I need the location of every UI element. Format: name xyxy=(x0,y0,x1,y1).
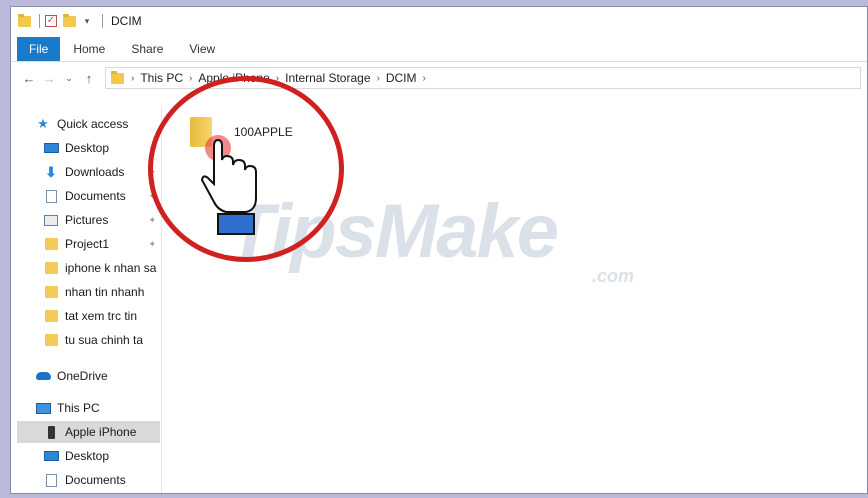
sidebar-item-label: This PC xyxy=(57,401,100,415)
sidebar-item-pictures[interactable]: Pictures ✦ xyxy=(43,209,160,231)
forward-arrow-icon[interactable]: → xyxy=(39,71,59,86)
breadcrumb-chevron-icon[interactable]: › xyxy=(186,73,195,84)
star-icon: ★ xyxy=(37,116,49,131)
document-icon xyxy=(43,189,59,203)
sidebar-item-this-pc[interactable]: This PC xyxy=(35,397,160,419)
sidebar-item-label: Documents xyxy=(65,473,126,487)
folder-icon xyxy=(43,309,59,323)
breadcrumb-chevron-icon[interactable]: › xyxy=(374,73,383,84)
sidebar-item-apple-iphone[interactable]: Apple iPhone xyxy=(17,421,160,443)
sidebar-item-label: iphone k nhan sa xyxy=(65,261,157,275)
sidebar-item-quick-access[interactable]: ★ Quick access xyxy=(35,113,160,135)
sidebar-item-label: tu sua chinh ta xyxy=(65,333,144,347)
watermark-suffix: .com xyxy=(592,266,635,286)
back-arrow-icon[interactable]: ← xyxy=(19,71,39,86)
navigation-pane: ★ Quick access Desktop ✦ ⬇ Downloads ✦ D… xyxy=(11,107,162,493)
sidebar-item-label: Desktop xyxy=(65,449,110,463)
sidebar-item-documents-pc[interactable]: Documents xyxy=(43,469,160,491)
folder-icon xyxy=(43,333,59,347)
folder-icon xyxy=(43,285,59,299)
folder-icon[interactable] xyxy=(17,13,31,28)
navigation-row: ← → ⌄ ↑ › This PC › Apple iPhone › Inter… xyxy=(11,63,867,93)
sidebar-item-onedrive[interactable]: OneDrive xyxy=(35,365,160,387)
window-title: DCIM xyxy=(111,14,142,28)
toolbar-separator xyxy=(39,14,40,28)
sidebar-item-folder[interactable]: nhan tin nhanh xyxy=(43,281,160,303)
title-bar: ✓ ▾ DCIM xyxy=(11,7,867,35)
sidebar-item-label: OneDrive xyxy=(57,369,108,383)
ribbon-tabs: File Home Share View xyxy=(11,35,867,62)
sidebar-item-folder[interactable]: tat xem trc tin xyxy=(43,305,160,327)
sidebar-item-label: Quick access xyxy=(57,117,129,131)
cloud-icon xyxy=(35,369,51,383)
up-arrow-icon[interactable]: ↑ xyxy=(79,71,99,86)
title-separator xyxy=(102,14,103,28)
sidebar-item-folder[interactable]: iphone k nhan sa xyxy=(43,257,160,279)
breadcrumb-chevron-icon[interactable]: › xyxy=(128,73,137,84)
new-folder-icon[interactable] xyxy=(62,13,76,28)
sidebar-item-folder[interactable]: tu sua chinh ta xyxy=(43,329,160,351)
folder-icon xyxy=(43,237,59,251)
location-folder-icon xyxy=(110,70,124,85)
sidebar-item-label: Desktop xyxy=(65,141,110,155)
sidebar-item-project1[interactable]: Project1 ✦ xyxy=(43,233,160,255)
sidebar-item-documents[interactable]: Documents ✦ xyxy=(43,185,160,207)
sidebar-item-desktop[interactable]: Desktop ✦ xyxy=(43,137,160,159)
pictures-icon xyxy=(43,213,59,227)
properties-icon[interactable]: ✓ xyxy=(44,14,58,28)
breadcrumb-internal-storage[interactable]: Internal Storage xyxy=(282,71,373,85)
document-icon xyxy=(43,473,59,487)
customize-dropdown-icon[interactable]: ▾ xyxy=(80,14,94,28)
sidebar-item-label: Pictures xyxy=(65,213,109,227)
sidebar-item-label: tat xem trc tin xyxy=(65,309,138,323)
breadcrumb-chevron-icon[interactable]: › xyxy=(420,73,429,84)
tab-file[interactable]: File xyxy=(17,37,61,61)
desktop-icon xyxy=(43,141,59,155)
sidebar-item-desktop-pc[interactable]: Desktop xyxy=(43,445,160,467)
sidebar-item-label: Documents xyxy=(65,189,126,203)
tab-view[interactable]: View xyxy=(176,37,228,61)
sidebar-item-downloads[interactable]: ⬇ Downloads ✦ xyxy=(43,161,160,183)
download-arrow-icon: ⬇ xyxy=(45,163,57,180)
desktop-icon xyxy=(43,449,59,463)
pin-icon[interactable]: ✦ xyxy=(148,239,156,250)
pin-icon[interactable]: ✦ xyxy=(148,215,156,226)
breadcrumb-dcim[interactable]: DCIM xyxy=(383,71,420,85)
sidebar-item-label: nhan tin nhanh xyxy=(65,285,145,299)
sidebar-item-label: Apple iPhone xyxy=(65,425,137,439)
tab-share[interactable]: Share xyxy=(118,37,176,61)
folder-icon xyxy=(43,261,59,275)
breadcrumb-this-pc[interactable]: This PC xyxy=(137,71,186,85)
phone-icon xyxy=(43,425,59,439)
recent-locations-chevron-icon[interactable]: ⌄ xyxy=(59,73,79,84)
tab-home[interactable]: Home xyxy=(60,37,118,61)
pointing-hand-cursor-icon xyxy=(200,135,257,235)
computer-icon xyxy=(35,401,51,415)
sidebar-item-label: Downloads xyxy=(65,165,125,179)
sidebar-item-label: Project1 xyxy=(65,237,110,251)
